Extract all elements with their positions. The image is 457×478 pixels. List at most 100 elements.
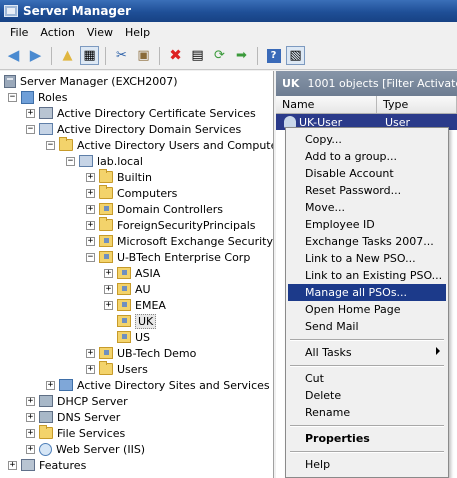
menu-item-properties[interactable]: Properties [288, 430, 446, 447]
properties-icon[interactable]: ▤ [188, 46, 207, 65]
tree-item-ubtech-demo[interactable]: + UB-Tech Demo [86, 345, 196, 361]
menu-item-link-existing-pso[interactable]: Link to an Existing PSO... [288, 267, 446, 284]
tree-item-features[interactable]: + Features [8, 457, 86, 473]
collapse-icon[interactable]: − [26, 124, 35, 134]
menu-separator [290, 425, 444, 427]
tree-label: File Services [57, 426, 126, 440]
expand-icon[interactable]: + [46, 380, 55, 390]
tree-item-exchange-security-groups[interactable]: + Microsoft Exchange Security Gr [86, 233, 273, 249]
collapse-icon[interactable]: − [86, 252, 95, 262]
collapse-icon[interactable]: − [66, 156, 75, 166]
tree-label: EMEA [135, 298, 166, 312]
tree-item-adss[interactable]: + Active Directory Sites and Services [46, 377, 270, 393]
expand-icon[interactable]: + [104, 268, 113, 278]
expand-icon[interactable]: + [104, 300, 113, 310]
menu-file[interactable]: File [4, 26, 34, 39]
tree-item-builtin[interactable]: + Builtin [86, 169, 152, 185]
tree-item-uk[interactable]: UK [104, 313, 157, 329]
forward-icon[interactable]: ▶ [26, 46, 45, 65]
back-icon[interactable]: ◀ [4, 46, 23, 65]
menu-action[interactable]: Action [34, 26, 80, 39]
tree-item-adcs[interactable]: + Active Directory Certificate Services [26, 105, 256, 121]
tree-item-au[interactable]: + AU [104, 281, 151, 297]
ou-icon [117, 283, 131, 295]
expand-icon[interactable]: + [86, 348, 95, 358]
menu-item-move[interactable]: Move... [288, 199, 446, 216]
tree-label: Features [39, 458, 87, 472]
tree-item-adds[interactable]: − Active Directory Domain Services [26, 121, 241, 137]
expand-icon[interactable]: + [86, 364, 95, 374]
current-ou-name: UK [282, 77, 300, 90]
menu-item-copy[interactable]: Copy... [288, 131, 446, 148]
features-icon [21, 459, 35, 471]
tree-item-iis[interactable]: + Web Server (IIS) [26, 441, 145, 457]
cut-icon[interactable]: ✂ [112, 46, 131, 65]
expand-icon[interactable]: + [86, 188, 95, 198]
up-folder-icon[interactable]: ▲ [58, 46, 77, 65]
tree-label: Active Directory Sites and Services [77, 378, 270, 392]
expand-icon[interactable]: + [26, 108, 35, 118]
menu-item-cut[interactable]: Cut [288, 370, 446, 387]
tree-item-us[interactable]: US [104, 329, 150, 345]
expand-icon[interactable]: + [104, 284, 113, 294]
expand-icon[interactable]: + [86, 172, 95, 182]
menu-item-send-mail[interactable]: Send Mail [288, 318, 446, 335]
tree-item-aduc[interactable]: − Active Directory Users and Computers [ [46, 137, 273, 153]
menu-item-reset-password[interactable]: Reset Password... [288, 182, 446, 199]
menu-help[interactable]: Help [119, 26, 156, 39]
help-icon[interactable]: ? [264, 46, 283, 65]
tree-label: DHCP Server [57, 394, 128, 408]
paste-icon[interactable]: ▣ [134, 46, 153, 65]
expand-icon[interactable]: + [26, 428, 35, 438]
column-header-name[interactable]: Name [276, 96, 377, 113]
menu-item-help[interactable]: Help [288, 456, 446, 473]
no-expander [104, 317, 113, 326]
expand-icon[interactable]: + [26, 444, 35, 454]
tree-item-roles[interactable]: − Roles [8, 89, 67, 105]
expand-icon[interactable]: + [26, 396, 35, 406]
tree-label: Web Server (IIS) [56, 442, 146, 456]
menu-item-all-tasks[interactable]: All Tasks [288, 344, 446, 361]
menu-item-disable-account[interactable]: Disable Account [288, 165, 446, 182]
menu-item-add-to-group[interactable]: Add to a group... [288, 148, 446, 165]
tree-item-dns[interactable]: + DNS Server [26, 409, 120, 425]
tree-item-users[interactable]: + Users [86, 361, 148, 377]
expand-icon[interactable]: + [26, 412, 35, 422]
folder-icon [99, 361, 113, 375]
menu-item-link-new-pso[interactable]: Link to a New PSO... [288, 250, 446, 267]
menu-item-manage-psos[interactable]: Manage all PSOs... [288, 284, 446, 301]
export-icon[interactable]: ➡ [232, 46, 251, 65]
menu-view[interactable]: View [81, 26, 119, 39]
menu-item-delete[interactable]: Delete [288, 387, 446, 404]
refresh-icon[interactable]: ⟳ [210, 46, 229, 65]
delete-icon[interactable]: ✖ [166, 46, 185, 65]
expand-icon[interactable]: + [8, 460, 17, 470]
tree-item-computers[interactable]: + Computers [86, 185, 177, 201]
expand-icon[interactable]: + [86, 236, 95, 246]
collapse-icon[interactable]: − [8, 92, 17, 102]
expand-icon[interactable]: + [86, 204, 95, 214]
expand-icon[interactable]: + [86, 220, 95, 230]
tree-item-dhcp[interactable]: + DHCP Server [26, 393, 128, 409]
tree-label: Builtin [117, 170, 152, 184]
file-services-icon [39, 425, 53, 439]
tree-item-emea[interactable]: + EMEA [104, 297, 166, 313]
tree-item-file-services[interactable]: + File Services [26, 425, 125, 441]
menu-item-open-home-page[interactable]: Open Home Page [288, 301, 446, 318]
show-hide-action-pane-icon[interactable]: ▧ [286, 46, 305, 65]
column-header-type[interactable]: Type [377, 96, 457, 113]
tree-item-domain[interactable]: − lab.local [66, 153, 143, 169]
tree-item-asia[interactable]: + ASIA [104, 265, 160, 281]
menu-item-employee-id[interactable]: Employee ID [288, 216, 446, 233]
menu-item-rename[interactable]: Rename [288, 404, 446, 421]
tree-item-server-manager[interactable]: Server Manager (EXCH2007) [4, 73, 178, 89]
server-icon [4, 74, 16, 88]
tree-label: DNS Server [57, 410, 121, 424]
show-hide-tree-icon[interactable]: ▦ [80, 46, 99, 65]
collapse-icon[interactable]: − [46, 140, 55, 150]
tree-item-domain-controllers[interactable]: + Domain Controllers [86, 201, 223, 217]
menu-item-exchange-tasks[interactable]: Exchange Tasks 2007... [288, 233, 446, 250]
tree-item-fsp[interactable]: + ForeignSecurityPrincipals [86, 217, 256, 233]
submenu-arrow-icon [436, 347, 440, 355]
tree-item-ubtech[interactable]: − U-BTech Enterprise Corp [86, 249, 250, 265]
